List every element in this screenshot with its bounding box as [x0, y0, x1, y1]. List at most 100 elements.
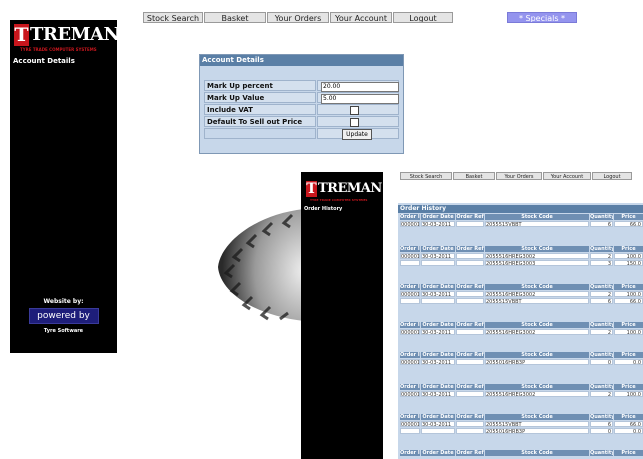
stock-code-cell: 2055516HREG3002	[485, 291, 589, 297]
order-ref-cell	[456, 391, 484, 397]
nav-stock-search[interactable]: Stock Search	[143, 12, 203, 23]
stock-code-header: Stock Code	[485, 214, 589, 220]
order-ref-header: Order Ref	[456, 214, 484, 220]
order-ref-header: Order Ref	[456, 246, 484, 252]
markup-percent-label: Mark Up percent	[204, 80, 316, 91]
order-ref-header: Order Ref	[456, 284, 484, 290]
powered-by-badge[interactable]: powered by	[28, 308, 99, 324]
order-id-header: Order ID	[400, 246, 420, 252]
quantity-header: Quantity	[590, 450, 613, 456]
nav2-stock-search[interactable]: Stock Search	[400, 172, 452, 180]
update-button[interactable]: Update	[342, 129, 372, 140]
logo-secondary: T TREMAN TYRE TRADE COMPUTER SYSTEMS	[304, 179, 383, 203]
order-date-header: Order Date	[421, 214, 455, 220]
tyre-image	[218, 209, 304, 321]
markup-value-row: Mark Up Value 5.00	[204, 92, 399, 104]
logo-tagline: TYRE TRADE COMPUTER SYSTEMS	[20, 47, 97, 52]
stock-code-header: Stock Code	[485, 322, 589, 328]
update-row-spacer	[204, 128, 316, 139]
order-date-header: Order Date	[421, 384, 455, 390]
include-vat-row: Include VAT	[204, 104, 399, 115]
price-cell: 66.0	[614, 421, 643, 427]
order-ref-header: Order Ref	[456, 384, 484, 390]
markup-value-input[interactable]: 5.00	[321, 94, 399, 104]
quantity-header: Quantity	[590, 284, 613, 290]
include-vat-checkbox[interactable]	[350, 106, 359, 115]
price-header: Price	[614, 284, 643, 290]
nav2-your-account[interactable]: Your Account	[543, 172, 591, 180]
order-date-cell: 30-03-2011	[421, 221, 455, 227]
default-sell-out-label: Default To Sell out Price	[204, 116, 316, 127]
order-id-cell[interactable]: 00000184	[400, 291, 420, 297]
order-date-cell	[421, 260, 455, 266]
nav-basket[interactable]: Basket	[204, 12, 266, 23]
update-cell: Update	[317, 128, 399, 140]
stock-code-cell: 2055515VBBT	[485, 421, 589, 427]
top-nav: Stock Search Basket Your Orders Your Acc…	[143, 12, 454, 23]
order-id-header: Order ID	[400, 414, 420, 420]
order-id-cell[interactable]: 00000181	[400, 391, 420, 397]
order-date-header: Order Date	[421, 450, 455, 456]
nav-your-account[interactable]: Your Account	[330, 12, 392, 23]
order-date-header: Order Date	[421, 322, 455, 328]
nav2-your-orders[interactable]: Your Orders	[496, 172, 542, 180]
nav-logout[interactable]: Logout	[393, 12, 453, 23]
order-ref-cell	[456, 421, 484, 427]
order-ref-cell	[456, 329, 484, 335]
stock-code-cell: 2055516HREG3002	[485, 329, 589, 335]
order-id-cell[interactable]	[400, 260, 420, 266]
stock-code-cell: 2055515VBBT	[485, 221, 589, 227]
order-date-header: Order Date	[421, 414, 455, 420]
website-by-label: Website by:	[43, 298, 84, 305]
order-id-cell[interactable]: 00000180	[400, 421, 420, 427]
order-ref-cell	[456, 298, 484, 304]
price-cell: 66.0	[614, 298, 643, 304]
stock-code-header: Stock Code	[485, 414, 589, 420]
stock-code-header: Stock Code	[485, 450, 589, 456]
price-cell: 0.0	[614, 428, 643, 434]
quantity-cell: 2	[590, 329, 613, 335]
markup-percent-input[interactable]: 20.00	[321, 82, 399, 92]
nav-your-orders[interactable]: Your Orders	[267, 12, 329, 23]
stock-code-header: Stock Code	[485, 246, 589, 252]
secondary-nav: Stock Search Basket Your Orders Your Acc…	[400, 172, 633, 180]
stock-code-cell: 2055515VBBT	[485, 298, 589, 304]
company-name: Tyre Software	[43, 328, 84, 334]
order-id-cell[interactable]: 00000182	[400, 359, 420, 365]
order-id-header: Order ID	[400, 352, 420, 358]
order-id-header: Order ID	[400, 214, 420, 220]
account-details-panel: Account Details Mark Up percent 20.00 Ma…	[199, 54, 404, 154]
default-sell-out-checkbox[interactable]	[350, 118, 359, 127]
nav2-logout[interactable]: Logout	[592, 172, 632, 180]
order-id-cell[interactable]: 00000186	[400, 221, 420, 227]
price-header: Price	[614, 414, 643, 420]
order-id-cell[interactable]	[400, 428, 420, 434]
stock-code-cell: 2055516HREG3002	[485, 253, 589, 259]
include-vat-cell	[317, 104, 399, 115]
quantity-cell: 2	[590, 291, 613, 297]
logo-text: TREMAN	[30, 24, 120, 45]
order-date-cell: 30-03-2011	[421, 329, 455, 335]
quantity-header: Quantity	[590, 322, 613, 328]
quantity-header: Quantity	[590, 352, 613, 358]
quantity-cell: 2	[590, 391, 613, 397]
order-id-header: Order ID	[400, 384, 420, 390]
nav2-basket[interactable]: Basket	[453, 172, 495, 180]
order-id-cell[interactable]: 00000185	[400, 253, 420, 259]
order-id-cell[interactable]	[400, 298, 420, 304]
price-cell: 100.0	[614, 253, 643, 259]
sidebar: T TREMAN TYRE TRADE COMPUTER SYSTEMS Acc…	[10, 20, 120, 353]
markup-percent-row: Mark Up percent 20.00	[204, 80, 399, 92]
order-date-header: Order Date	[421, 352, 455, 358]
quantity-header: Quantity	[590, 414, 613, 420]
default-sell-out-cell	[317, 116, 399, 127]
specials-nav: * Specials *	[507, 12, 578, 23]
quantity-header: Quantity	[590, 384, 613, 390]
order-date-cell: 30-03-2011	[421, 291, 455, 297]
price-header: Price	[614, 246, 643, 252]
markup-value-label: Mark Up Value	[204, 92, 316, 103]
nav-specials[interactable]: * Specials *	[507, 12, 577, 23]
order-id-cell[interactable]: 00000183	[400, 329, 420, 335]
order-ref-cell	[456, 359, 484, 365]
quantity-cell: 2	[590, 253, 613, 259]
